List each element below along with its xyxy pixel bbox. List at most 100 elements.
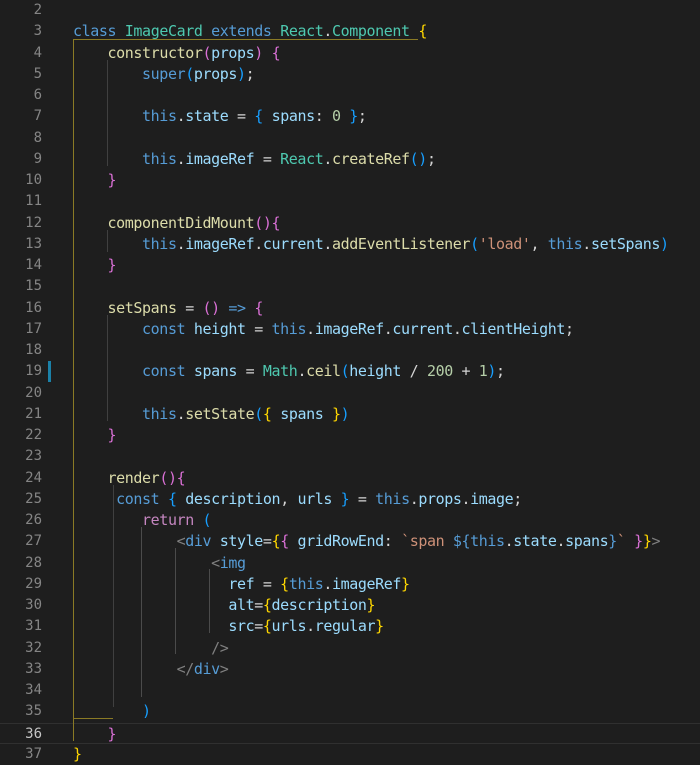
code-line[interactable]: 32 /> — [0, 638, 700, 659]
code-line[interactable]: 11 — [0, 191, 700, 212]
code-token: + — [452, 362, 479, 381]
img-indent-guide — [209, 569, 210, 633]
code-token: = — [254, 596, 263, 614]
code-token: 200 — [426, 362, 453, 381]
code-token: { — [176, 468, 186, 487]
line-code: <img — [73, 553, 246, 574]
code-token: /> — [211, 638, 229, 657]
code-token: this — [547, 234, 583, 253]
code-token: gridRowEnd — [297, 532, 384, 551]
code-token: / — [401, 362, 427, 381]
code-line[interactable]: 35 ) — [0, 701, 700, 722]
code-line[interactable]: 31 src={urls.regular} — [0, 616, 700, 637]
code-line[interactable]: 4 constructor(props) { — [0, 43, 700, 64]
code-line[interactable]: 14 } — [0, 255, 700, 276]
code-editor[interactable]: 2 3 class ImageCard extends React.Componen… — [0, 0, 700, 765]
code-token: ( — [254, 213, 263, 232]
code-line[interactable]: 36 } — [0, 722, 700, 745]
code-line[interactable]: 30 alt={description} — [0, 595, 700, 616]
code-line[interactable]: 28 <img — [0, 553, 700, 574]
line-number: 13 — [25, 235, 42, 252]
code-token: ( — [202, 43, 212, 62]
code-line[interactable]: 7 this.state = { spans: 0 }; — [0, 106, 700, 127]
code-token: : — [383, 532, 402, 551]
code-token: } — [107, 256, 117, 274]
code-line[interactable]: 19 const spans = Math.ceil(height / 200 … — [0, 361, 700, 383]
code-line[interactable]: 18 — [0, 340, 700, 361]
line-number: 22 — [25, 427, 42, 443]
code-line[interactable]: 21 this.setState({ spans }) — [0, 404, 700, 425]
code-token: componentDidMount — [107, 213, 255, 232]
code-token: spans — [271, 107, 316, 126]
code-token: this — [375, 489, 410, 508]
line-code: } — [73, 724, 117, 745]
code-line[interactable]: 16 setSpans = () => { — [0, 298, 700, 319]
code-line[interactable]: 24 render(){ — [0, 468, 700, 489]
code-line[interactable]: 22 } — [0, 425, 700, 446]
code-token: } — [634, 532, 643, 551]
code-line[interactable]: 8 — [0, 128, 700, 149]
constructor-indent-guide — [107, 60, 108, 166]
code-token: . — [582, 234, 591, 253]
code-token: { — [271, 43, 281, 62]
line-number: 15 — [25, 278, 42, 295]
code-token: regular — [314, 617, 376, 636]
line-number: 17 — [25, 320, 42, 337]
code-line[interactable]: 33 </div> — [0, 659, 700, 680]
code-line[interactable]: 9 this.imageRef = React.createRef(); — [0, 149, 700, 170]
code-line[interactable]: 25 const { description, urls } = this.pr… — [0, 489, 700, 510]
line-code: } — [73, 170, 117, 191]
line-code: return ( — [73, 510, 211, 531]
code-line[interactable]: 34 — [0, 680, 700, 701]
code-token: { — [254, 298, 263, 317]
line-number: 23 — [25, 448, 42, 465]
code-token: ) — [418, 149, 427, 168]
code-token: . — [176, 404, 186, 423]
code-line[interactable]: 23 — [0, 446, 700, 467]
line-code: ) — [73, 701, 151, 722]
code-token: . — [306, 617, 315, 636]
code-token: description — [185, 489, 281, 508]
code-token: spans — [280, 404, 324, 423]
code-token: . — [504, 532, 514, 551]
code-line[interactable]: 5 super(props); — [0, 64, 700, 85]
code-token: . — [176, 149, 186, 168]
code-token: { — [262, 617, 272, 636]
code-token: = — [245, 319, 272, 338]
code-token: = — [254, 617, 263, 636]
code-line[interactable]: 10 } — [0, 170, 700, 191]
code-token: = — [349, 489, 376, 508]
code-line[interactable]: 6 — [0, 85, 700, 106]
code-token: } — [107, 724, 117, 743]
code-line[interactable]: 29 ref = {this.imageRef} — [0, 574, 700, 595]
line-number: 27 — [25, 533, 42, 550]
code-token: imageRef — [331, 574, 402, 593]
code-line[interactable]: 26 return ( — [0, 510, 700, 531]
line-number: 10 — [25, 172, 42, 188]
code-token: src — [228, 617, 255, 636]
code-token: height — [349, 362, 402, 381]
code-line[interactable]: 13 this.imageRef.current.addEventListene… — [0, 234, 700, 255]
line-number: 24 — [25, 469, 42, 486]
render-scope-bottom-guide — [73, 718, 113, 719]
code-line[interactable]: 20 — [0, 383, 700, 404]
code-token: . — [323, 149, 332, 168]
code-line[interactable]: 15 — [0, 276, 700, 297]
code-token: ceil — [306, 362, 341, 381]
code-token: ) — [254, 43, 263, 62]
code-line[interactable]: 37} — [0, 744, 700, 765]
code-line[interactable]: 2 — [0, 0, 700, 21]
code-line[interactable]: 17 const height = this.imageRef.current.… — [0, 319, 700, 340]
code-line[interactable]: 12 componentDidMount(){ — [0, 213, 700, 234]
code-token: ; — [496, 362, 505, 381]
code-line[interactable]: 27 <div style={{ gridRowEnd: `span ${thi… — [0, 531, 700, 552]
code-token: = — [262, 532, 272, 551]
code-token: } — [608, 532, 617, 551]
line-code: componentDidMount(){ — [73, 213, 281, 234]
